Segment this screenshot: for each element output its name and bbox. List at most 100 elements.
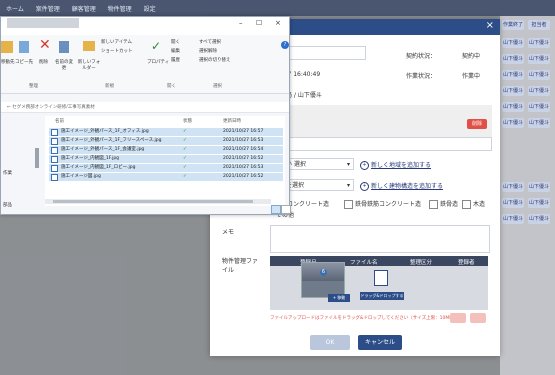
checkbox[interactable]: [344, 200, 353, 209]
file-row[interactable]: 施工イメージ_外観パース_1F_オフィス.jpg ✓ 2021/10/27 16…: [49, 128, 283, 136]
bg-cell: 山下優斗: [528, 54, 550, 64]
add-area-link[interactable]: + 新しく地域を追加する: [360, 160, 431, 170]
topbar-item[interactable]: 案件管理: [36, 4, 60, 13]
topbar-item[interactable]: 物件管理: [108, 4, 132, 13]
file-row[interactable]: 施工イメージ図.jpg ✓ 2021/10/27 16:52: [49, 173, 283, 181]
file-row[interactable]: 施工イメージ_内観図_1F_ロビー.jpg ✓ 2021/10/27 16:53: [49, 164, 283, 172]
background-table: 作業終了 担当者 山下優斗 山下優斗 山下優斗 山下優斗 山下優斗 山下優斗 山…: [500, 16, 555, 375]
new-folder-icon[interactable]: [83, 41, 95, 51]
ribbon-new-item[interactable]: 新しいアイテム: [101, 39, 132, 45]
address-field[interactable]: [270, 137, 492, 151]
file-checkbox[interactable]: [51, 138, 58, 145]
structure-option[interactable]: 木造: [462, 199, 485, 209]
column-headers: 名前 状態 更新日時: [45, 116, 285, 125]
delete-icon[interactable]: ✕: [39, 37, 51, 53]
ribbon-copy[interactable]: コピー先: [15, 59, 33, 65]
file-checkbox[interactable]: [51, 129, 58, 136]
file-checkbox[interactable]: [51, 165, 58, 172]
file-name: 施工イメージ_外観パース_1F_会議室.jpg: [61, 147, 145, 152]
file-checkbox[interactable]: [51, 156, 58, 163]
bg-cell: 山下優斗: [528, 70, 550, 80]
file-date: 2021/10/27 16:53: [223, 138, 264, 143]
move-tooltip: + 移動: [328, 294, 350, 302]
ribbon-rename[interactable]: 名前の変更: [53, 59, 75, 71]
checkbox[interactable]: [429, 200, 438, 209]
cancel-button[interactable]: キャンセル: [358, 335, 402, 350]
file-explorer-window: – ☐ × 移動先 コピー先 ✕ 削除 名前の変更 新しいフォルダー 新しいアイ…: [0, 16, 291, 215]
cut-icon[interactable]: [1, 41, 13, 53]
plus-circle-icon: +: [360, 182, 369, 191]
column-status[interactable]: 状態: [183, 118, 192, 124]
nav-scrollbar[interactable]: [35, 148, 39, 168]
file-row[interactable]: 施工イメージ_外観パース_1F_フリースペース.jpg ✓ 2021/10/27…: [49, 137, 283, 145]
navigation-pane: 作業 部品: [1, 112, 45, 212]
bg-cell: 山下優斗: [528, 214, 550, 224]
file-date: 2021/10/27 16:52: [223, 156, 264, 161]
bg-cell: 作業終了: [502, 20, 524, 30]
sync-icon: ✓: [183, 165, 187, 170]
topbar-item[interactable]: 顧客管理: [72, 4, 96, 13]
close-icon[interactable]: ×: [486, 20, 494, 31]
file-row[interactable]: 施工イメージ_外観パース_1F_会議室.jpg ✓ 2021/10/27 16:…: [49, 146, 283, 154]
maximize-icon[interactable]: ☐: [256, 19, 262, 27]
ribbon-invert[interactable]: 選択の切り替え: [199, 57, 231, 63]
upload-button[interactable]: [450, 313, 466, 323]
memo-textarea[interactable]: [270, 225, 490, 253]
structure-option[interactable]: 鉄骨鉄筋コンクリート造: [344, 199, 421, 209]
copy-icon[interactable]: [19, 41, 29, 53]
chevron-down-icon: ▾: [346, 161, 350, 168]
close-icon[interactable]: ×: [275, 19, 281, 27]
ribbon-history[interactable]: 履歴: [171, 57, 180, 63]
file-label: 物件管理ファイル: [222, 258, 259, 274]
ribbon-shortcut[interactable]: ショートカット: [101, 48, 133, 54]
topbar-item[interactable]: ホーム: [6, 4, 24, 13]
nav-item[interactable]: 部品: [3, 202, 12, 208]
scrollbar-thumb[interactable]: [53, 200, 253, 203]
ribbon-new-folder[interactable]: 新しいフォルダー: [77, 59, 101, 71]
app-topbar: ホーム 案件管理 顧客管理 物件管理 設定: [0, 0, 555, 16]
group-label: 選択: [213, 84, 222, 89]
add-building-link[interactable]: + 新しく建物構造を追加する: [360, 181, 443, 191]
column-name[interactable]: 名前: [55, 118, 64, 124]
file-checkbox[interactable]: [51, 174, 58, 181]
drop-target[interactable]: ドラッグ&ドロップする: [360, 268, 404, 302]
nav-item[interactable]: 作業: [3, 170, 12, 176]
chevron-down-icon: ▾: [346, 182, 350, 189]
ok-button[interactable]: OK: [310, 335, 350, 350]
add-building-link-text: 新しく建物構造を追加する: [371, 183, 444, 190]
group-label: 整理: [29, 84, 38, 89]
bg-cell: 山下優斗: [528, 102, 550, 112]
ribbon-cut[interactable]: 移動先: [1, 59, 15, 65]
tiles-view-icon[interactable]: [281, 205, 291, 214]
topbar-item[interactable]: 設定: [144, 4, 156, 13]
bg-cell: 山下優斗: [528, 38, 550, 48]
rename-icon[interactable]: [59, 41, 69, 53]
bg-cell: 山下優斗: [502, 54, 524, 64]
table-header: 登録者: [458, 260, 475, 266]
file-date: 2021/10/27 16:52: [223, 174, 264, 179]
checkmark-icon: ✓: [151, 39, 162, 53]
memo-label: メモ: [222, 229, 235, 236]
bg-cell: 担当者: [528, 20, 550, 30]
file-checkbox[interactable]: [51, 147, 58, 154]
ribbon-properties[interactable]: プロパティ: [147, 59, 169, 65]
ribbon-select-all[interactable]: すべて選択: [199, 39, 221, 45]
delete-button[interactable]: 削除: [467, 119, 487, 129]
ribbon-open[interactable]: 開く: [171, 39, 180, 45]
checkbox[interactable]: [462, 200, 471, 209]
structure-option[interactable]: 鉄骨造: [429, 199, 458, 209]
column-date[interactable]: 更新日時: [223, 118, 241, 124]
horizontal-scrollbar[interactable]: [45, 199, 271, 204]
file-row[interactable]: 施工イメージ_内観図_1F.jpg ✓ 2021/10/27 16:52: [49, 155, 283, 163]
help-icon[interactable]: ?: [281, 41, 289, 49]
plus-circle-icon: +: [360, 161, 369, 170]
minimize-icon[interactable]: –: [239, 19, 243, 27]
structure-option-label: コンクリート造: [287, 201, 330, 208]
details-view-icon[interactable]: [271, 205, 281, 214]
clear-button[interactable]: [470, 313, 486, 323]
drag-preview-thumbnail: 6: [301, 262, 345, 298]
ribbon-delete[interactable]: 削除: [39, 59, 48, 65]
ribbon-edit[interactable]: 編集: [171, 48, 180, 54]
ribbon-select-none[interactable]: 選択解除: [199, 48, 217, 54]
table-header: ファイル名: [350, 260, 378, 266]
